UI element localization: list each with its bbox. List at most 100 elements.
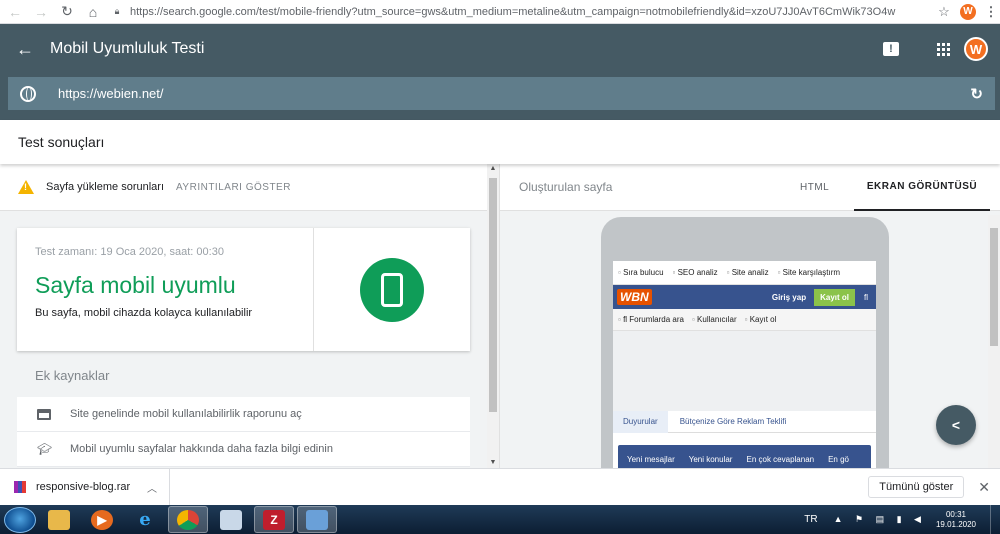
system-tray: TR ▲ ⚑ ▤ ▮ ◀ 00:31 19.01.2020 [804, 505, 1000, 534]
feedback-icon[interactable]: ! [883, 42, 899, 56]
verdict-title: Sayfa mobil uyumlu [35, 272, 236, 298]
scroll-up-arrow-icon[interactable]: ▲ [487, 164, 499, 174]
tray-icons[interactable]: ▲ ⚑ ▤ ▮ ◀ [834, 514, 926, 525]
back-icon[interactable]: ← [4, 1, 26, 23]
show-details-link[interactable]: AYRINTILARI GÖSTER [176, 182, 291, 193]
results-header: Test sonuçları [0, 120, 1000, 164]
avatar[interactable]: W [964, 37, 988, 61]
taskbar-explorer[interactable] [39, 506, 79, 533]
site-top-menu: Sıra bulucu SEO analiz Site analiz Site … [613, 261, 876, 285]
home-icon[interactable]: ⌂ [82, 1, 104, 23]
browser-window-icon [37, 408, 51, 420]
download-file-name: responsive-blog.rar [36, 481, 131, 493]
site-header: WBN Giriş yap Kayıt ol fl [613, 285, 876, 309]
resource-label: Site genelinde mobil kullanılabilirlik r… [70, 408, 302, 420]
app-back-icon[interactable]: ← [16, 39, 40, 60]
language-indicator[interactable]: TR [804, 514, 817, 525]
apps-grid-icon[interactable] [937, 42, 950, 56]
reload-icon[interactable]: ↻ [56, 1, 78, 23]
download-item[interactable]: responsive-blog.rar ︿ [0, 468, 170, 506]
url-path: /test/mobile-friendly?utm_source=gws&utm… [255, 5, 896, 18]
left-scrollbar[interactable]: ▲ ▼ [487, 164, 499, 468]
globe-icon [20, 85, 36, 102]
right-scrollbar[interactable] [988, 215, 1000, 468]
site-extra: fl [864, 292, 868, 302]
address-bar[interactable]: 🔒︎ https://search.google.com/test/mobile… [110, 2, 928, 22]
lock-icon: 🔒︎ [114, 6, 120, 16]
taskbar-ie[interactable]: e [125, 506, 165, 533]
taskbar-chrome[interactable] [168, 506, 208, 533]
site-announce-tabs: Duyurular Bütçenize Göre Reklam Teklifi [613, 410, 876, 433]
nav-item: Kayıt ol [745, 315, 777, 324]
resources-title: Ek kaynaklar [35, 368, 110, 383]
test-time: Test zamanı: 19 Oca 2020, saat: 00:30 [35, 246, 224, 258]
filezilla-icon: Z [263, 509, 285, 530]
result-card: Test zamanı: 19 Oca 2020, saat: 00:30 Sa… [17, 228, 470, 351]
bottom-tab: En çok cevaplanan [746, 454, 815, 464]
app-header: ← Mobil Uyumluluk Testi ! W https://webi… [0, 24, 1000, 120]
tab-screenshot[interactable]: EKRAN GÖRÜNTÜSÜ [854, 164, 990, 211]
taskbar-window[interactable] [297, 506, 337, 533]
media-player-icon: ▶ [91, 509, 113, 530]
results-pane: Sayfa yükleme sorunları AYRINTILARI GÖST… [0, 164, 487, 468]
site-login: Giriş yap [771, 292, 807, 302]
warning-icon [18, 180, 34, 194]
rar-file-icon [14, 481, 26, 493]
phone-mockup: Sıra bulucu SEO analiz Site analiz Site … [601, 217, 889, 468]
window-icon [306, 509, 328, 530]
forward-icon[interactable]: → [30, 1, 52, 23]
share-icon: < [951, 417, 961, 433]
site-nav-bar: fl Forumlarda ara Kullanıcılar Kayıt ol [613, 309, 876, 331]
bottom-tab: En gö [828, 454, 849, 464]
scroll-thumb[interactable] [990, 228, 998, 346]
site-logo: WBN [617, 289, 652, 305]
results-title: Test sonuçları [18, 134, 105, 150]
file-icon [220, 509, 242, 530]
tested-url-bar[interactable]: https://webien.net/ ↻ [8, 77, 995, 110]
menu-item: Sıra bulucu [618, 268, 663, 277]
bookmark-star-icon[interactable]: ☆ [934, 4, 954, 20]
resource-label: Mobil uyumlu sayfalar hakkında daha fazl… [70, 443, 333, 455]
verdict-description: Bu sayfa, mobil cihazda kolayca kullanıl… [35, 307, 253, 319]
clock[interactable]: 00:31 19.01.2020 [936, 510, 976, 530]
start-button[interactable] [4, 506, 36, 533]
issues-bar: Sayfa yükleme sorunları AYRINTILARI GÖST… [0, 164, 487, 211]
menu-item: Site analiz [727, 268, 769, 277]
internet-explorer-icon: e [139, 509, 151, 530]
show-all-downloads-button[interactable]: Tümünü göster [868, 476, 965, 498]
site-register: Kayıt ol [814, 288, 855, 306]
list-item[interactable]: Site genelinde mobil kullanılabilirlik r… [17, 397, 470, 432]
chrome-icon [177, 509, 199, 530]
download-shelf: responsive-blog.rar ︿ Tümünü göster ✕ [0, 468, 1000, 506]
menu-item: Site karşılaştırm [778, 268, 840, 277]
extension-icon[interactable]: W [960, 3, 976, 20]
site-content-area [613, 331, 876, 411]
chevron-up-icon[interactable]: ︿ [147, 480, 157, 495]
menu-item: SEO analiz [673, 268, 718, 277]
nav-item: Kullanıcılar [692, 315, 737, 324]
show-desktop-button[interactable] [990, 505, 1000, 534]
taskbar-file[interactable] [211, 506, 251, 533]
scroll-down-arrow-icon[interactable]: ▼ [487, 458, 499, 468]
clock-date: 19.01.2020 [935, 519, 976, 529]
rendered-page-label: Oluşturulan sayfa [519, 180, 613, 194]
announce-tab: Duyurular [613, 410, 668, 433]
scroll-thumb[interactable] [489, 178, 497, 412]
retest-icon[interactable]: ↻ [970, 85, 983, 103]
mobile-phone-icon [360, 257, 424, 322]
windows-taskbar: ▶ e Z TR ▲ ⚑ ▤ ▮ ◀ 00:31 19.01.2020 [0, 505, 1000, 534]
browser-menu-icon[interactable]: ⋮ [982, 4, 1000, 20]
taskbar-filezilla[interactable]: Z [254, 506, 294, 533]
url-host: https://search.google.com [130, 5, 256, 18]
share-button[interactable]: < [936, 405, 976, 445]
taskbar-media-player[interactable]: ▶ [82, 506, 122, 533]
browser-toolbar: ← → ↻ ⌂ 🔒︎ https://search.google.com/tes… [0, 0, 1000, 24]
list-item[interactable]: 🎓︎ Mobil uyumlu sayfalar hakkında daha f… [17, 432, 470, 467]
app-title: Mobil Uyumluluk Testi [50, 40, 205, 57]
bottom-tab: Yeni konular [688, 454, 733, 464]
nav-item: fl Forumlarda ara [618, 315, 684, 324]
graduation-cap-icon: 🎓︎ [37, 442, 53, 456]
close-icon[interactable]: ✕ [978, 479, 990, 496]
preview-pane: Oluşturulan sayfa HTML EKRAN GÖRÜNTÜSÜ S… [499, 164, 1000, 468]
tab-html[interactable]: HTML [800, 164, 832, 211]
